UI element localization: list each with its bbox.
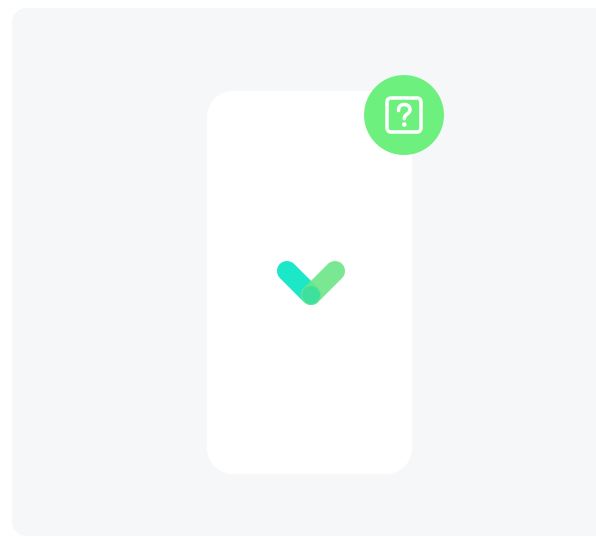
question-box-icon bbox=[385, 96, 423, 134]
help-button[interactable] bbox=[364, 75, 444, 155]
check-icon bbox=[277, 261, 345, 305]
